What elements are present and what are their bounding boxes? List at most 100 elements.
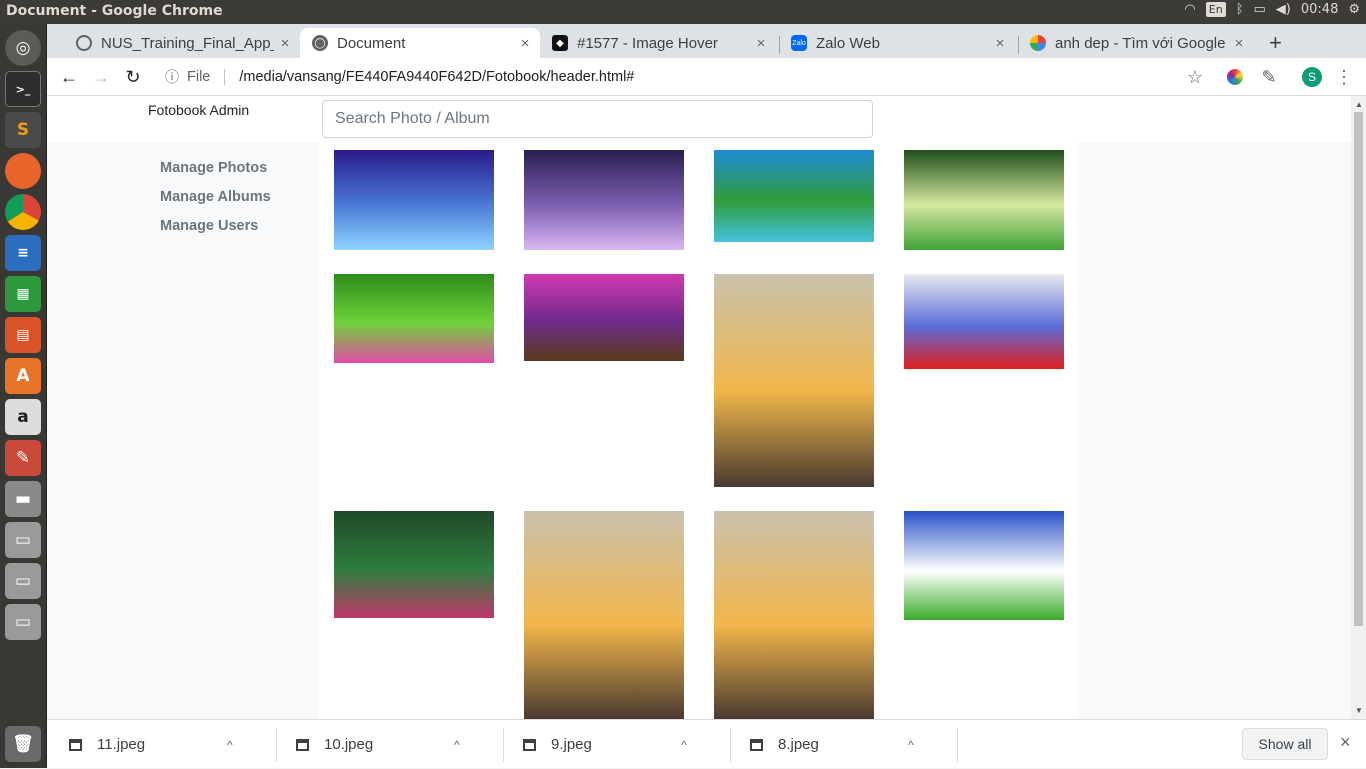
man-on-branch-photo-2[interactable] <box>524 511 684 719</box>
clock[interactable]: 00:48 <box>1301 2 1338 17</box>
writer-icon[interactable]: ≡ <box>5 235 41 271</box>
chrome-icon[interactable] <box>5 194 41 230</box>
image-file-icon <box>523 738 536 751</box>
amazon-icon[interactable]: a <box>5 399 41 435</box>
chevron-up-icon[interactable]: ^ <box>454 738 460 752</box>
system-settings-icon[interactable]: ✎ <box>5 440 41 476</box>
bookmark-star-icon[interactable]: ☆ <box>1183 65 1207 89</box>
nav-manage-albums[interactable]: Manage Albums <box>160 189 271 205</box>
download-shelf: 11.jpeg ^ 10.jpeg ^ 9.jpeg ^ 8.jpeg ^ Sh… <box>47 719 1366 768</box>
profile-avatar[interactable]: S <box>1300 65 1324 89</box>
page-viewport: Fotobook Admin Manage Photos Manage Albu… <box>47 96 1351 719</box>
file-manager-icon[interactable]: ▬ <box>5 481 41 517</box>
calc-icon[interactable]: ▦ <box>5 276 41 312</box>
tab-close-icon[interactable]: × <box>1228 35 1250 52</box>
tab-label: Document <box>337 34 406 52</box>
app-launcher: ◎ >_ S ≡ ▦ ▤ A a ✎ ▬ ▭ ▭ ▭ 🗑 <box>0 24 47 768</box>
brand-title[interactable]: Fotobook Admin <box>148 102 249 118</box>
chevron-up-icon[interactable]: ^ <box>227 738 233 752</box>
sublime-text-icon[interactable]: S <box>5 112 41 148</box>
download-filename: 8.jpeg <box>778 736 819 753</box>
download-filename: 10.jpeg <box>324 736 374 753</box>
chevron-up-icon[interactable]: ^ <box>681 738 687 752</box>
reload-icon[interactable]: ↻ <box>121 65 145 89</box>
man-on-branch-photo-3[interactable] <box>714 511 874 719</box>
impress-icon[interactable]: ▤ <box>5 317 41 353</box>
address-bar[interactable]: ⓘ File /media/vansang/FE440FA9440F642D/F… <box>165 67 634 87</box>
drive-icon[interactable]: ▭ <box>5 563 41 599</box>
drive-icon[interactable]: ▭ <box>5 604 41 640</box>
man-on-branch-photo[interactable] <box>714 274 874 487</box>
download-item[interactable]: 11.jpeg ^ <box>69 720 233 769</box>
download-item[interactable]: 8.jpeg ^ <box>750 720 914 769</box>
show-all-downloads-button[interactable]: Show all <box>1242 728 1328 760</box>
tab-close-icon[interactable]: × <box>989 35 1011 52</box>
pink-flower-photo[interactable] <box>334 274 494 363</box>
color-extension-icon[interactable] <box>1223 65 1247 89</box>
purple-tree-street-photo[interactable] <box>524 150 684 250</box>
tab-image-hover[interactable]: ◆ #1577 - Image Hover × <box>540 28 776 58</box>
nav-manage-photos[interactable]: Manage Photos <box>160 160 267 176</box>
search-input[interactable] <box>322 100 873 138</box>
tab-label: anh dep - Tìm với Google <box>1055 34 1226 52</box>
window-title: Document - Google Chrome <box>6 3 223 19</box>
image-file-icon <box>69 738 82 751</box>
new-tab-button[interactable]: + <box>1269 30 1282 56</box>
os-top-panel: Document - Google Chrome ◠ En ᛒ ▭ ◀) 00:… <box>0 0 1366 24</box>
tab-close-icon[interactable]: × <box>514 35 536 52</box>
fishbowl-photo[interactable] <box>334 150 494 250</box>
tab-strip: NUS_Training_Final_App_ × ◯ Document × ◆… <box>47 24 1366 58</box>
tab-close-icon[interactable]: × <box>750 35 772 52</box>
tab-label: #1577 - Image Hover <box>577 34 718 52</box>
info-icon[interactable]: ⓘ <box>165 67 179 87</box>
scroll-down-arrow-icon[interactable]: ▼ <box>1355 706 1363 715</box>
settings-gear-icon[interactable]: ⚙ <box>1348 2 1360 17</box>
tab-label: NUS_Training_Final_App_ <box>101 34 274 52</box>
tab-close-icon[interactable]: × <box>274 35 296 52</box>
dash-home-icon[interactable]: ◎ <box>5 30 41 66</box>
scroll-up-arrow-icon[interactable]: ▲ <box>1355 100 1363 109</box>
download-item[interactable]: 10.jpeg ^ <box>296 720 460 769</box>
tab-label: Zalo Web <box>816 34 880 52</box>
globe-icon: ◯ <box>312 35 328 51</box>
menu-kebab-icon[interactable]: ⋮ <box>1332 65 1356 89</box>
terminal-icon[interactable]: >_ <box>5 71 41 107</box>
firefox-icon[interactable] <box>5 153 41 189</box>
forward-arrow-icon[interactable]: → <box>89 65 113 89</box>
scheme-label: File <box>187 69 211 85</box>
tree-meadow-sunset-photo[interactable] <box>904 150 1064 250</box>
bluetooth-icon[interactable]: ᛒ <box>1236 2 1244 17</box>
lavender-field-tree-photo[interactable] <box>524 274 684 361</box>
blue-red-hearts-photo[interactable] <box>904 274 1064 369</box>
tab-zalo-web[interactable]: Zalo Zalo Web × <box>779 28 1015 58</box>
page-scrollbar[interactable]: ▲ ▼ <box>1351 96 1366 719</box>
tab-google-search[interactable]: anh dep - Tìm với Google × <box>1018 28 1254 58</box>
back-arrow-icon[interactable]: ← <box>57 65 81 89</box>
tab-nus-training[interactable]: NUS_Training_Final_App_ × <box>64 28 300 58</box>
trash-icon[interactable]: 🗑 <box>5 726 41 762</box>
image-file-icon <box>750 738 763 751</box>
drive-icon[interactable]: ▭ <box>5 522 41 558</box>
google-icon <box>1030 35 1046 51</box>
volume-icon[interactable]: ◀) <box>1276 2 1291 17</box>
lotus-boat-photo[interactable] <box>334 511 494 618</box>
battery-icon[interactable]: ▭ <box>1254 2 1266 17</box>
keyboard-layout-indicator[interactable]: En <box>1205 2 1226 17</box>
wifi-icon[interactable]: ◠ <box>1184 2 1195 17</box>
nav-manage-users[interactable]: Manage Users <box>160 218 258 234</box>
software-center-icon[interactable]: A <box>5 358 41 394</box>
scrollbar-thumb[interactable] <box>1354 112 1363 626</box>
download-item[interactable]: 9.jpeg ^ <box>523 720 687 769</box>
eyedropper-extension-icon[interactable]: ✎ <box>1257 65 1281 89</box>
codepen-icon: ◆ <box>552 35 568 51</box>
download-filename: 9.jpeg <box>551 736 592 753</box>
tab-document[interactable]: ◯ Document × <box>300 28 540 58</box>
sunflower-sky-photo[interactable] <box>904 511 1064 620</box>
system-tray: ◠ En ᛒ ▭ ◀) 00:48 ⚙ <box>1184 2 1360 17</box>
close-download-shelf-icon[interactable]: × <box>1340 732 1351 753</box>
river-cottage-photo[interactable] <box>714 150 874 242</box>
chevron-up-icon[interactable]: ^ <box>908 738 914 752</box>
url-text[interactable]: /media/vansang/FE440FA9440F642D/Fotobook… <box>239 69 634 85</box>
right-gutter <box>1079 142 1351 719</box>
admin-sidebar: Manage Photos Manage Albums Manage Users <box>47 142 319 719</box>
